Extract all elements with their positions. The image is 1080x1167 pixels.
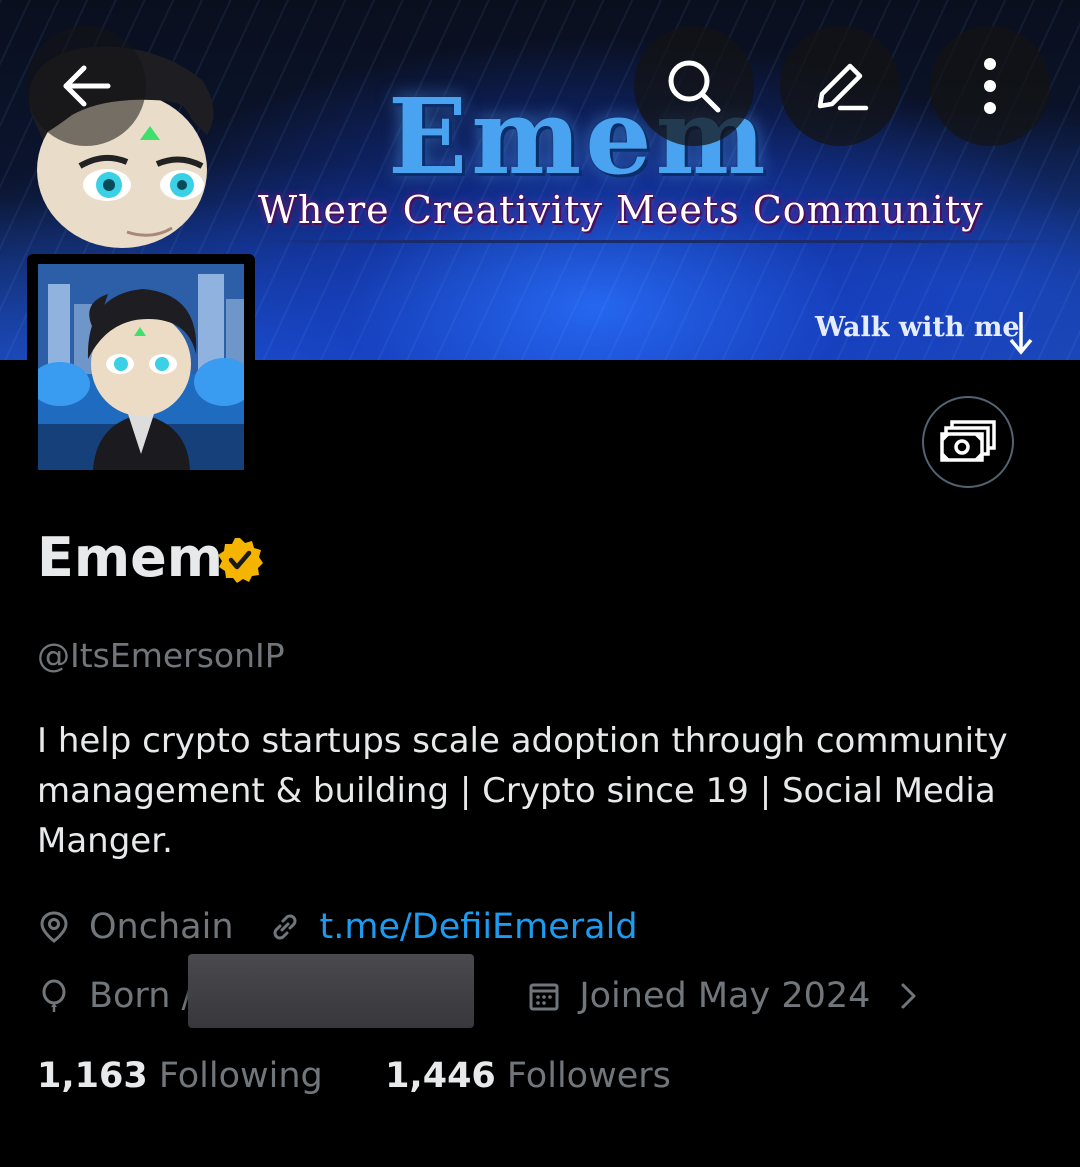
search-icon [668,60,721,113]
profile-bio: I help crypto startups scale adoption th… [37,721,1008,861]
profile-joined-date: Joined May 2024 [579,976,871,1016]
link-icon [273,914,296,940]
arrow-down-icon [1009,312,1033,355]
following-label: Following [158,1056,323,1096]
profile-website-link[interactable]: t.me/DefiiEmerald [320,907,638,947]
banner-divider [250,240,1070,243]
back-button[interactable] [26,26,146,146]
chevron-right-icon[interactable] [892,979,926,1013]
more-options-button[interactable] [930,26,1050,146]
profile-meta-row-1: Onchain t.me/DefiiEmerald [37,902,638,952]
profile-birth-date: Born / [89,976,194,1016]
location-pin-icon [40,911,68,943]
followers-count: 1,446 [385,1056,496,1096]
tip-button[interactable] [922,396,1014,488]
profile-picture[interactable] [38,264,244,470]
followers-link[interactable]: 1,446 Followers [385,1056,671,1096]
pencil-icon [817,63,869,111]
arrow-left-icon [63,65,111,107]
profile-location: Onchain [89,907,234,947]
verified-badge-icon[interactable] [216,536,264,584]
money-icon [940,420,996,462]
profile-meta-row-2: Born / Joined May 2024 [37,971,926,1021]
profile-name: Emem [37,526,224,589]
following-link[interactable]: 1,163 Following [37,1056,334,1096]
banner-cta-text: Walk with me [815,312,1020,343]
profile-avatar-illustration [38,264,244,470]
followers-label: Followers [506,1056,671,1096]
banner-tagline: Where Creativity Meets Community [258,188,984,232]
calendar-icon [529,983,559,1011]
more-vertical-icon [984,58,996,114]
redaction-block [188,954,474,1028]
balloon-icon [42,979,66,1012]
edit-button[interactable] [780,26,900,146]
profile-handle: @ItsEmersonIP [37,636,285,675]
search-button[interactable] [634,26,754,146]
profile-stats: 1,163 Following 1,446 Followers [37,1056,671,1096]
following-count: 1,163 [37,1056,148,1096]
